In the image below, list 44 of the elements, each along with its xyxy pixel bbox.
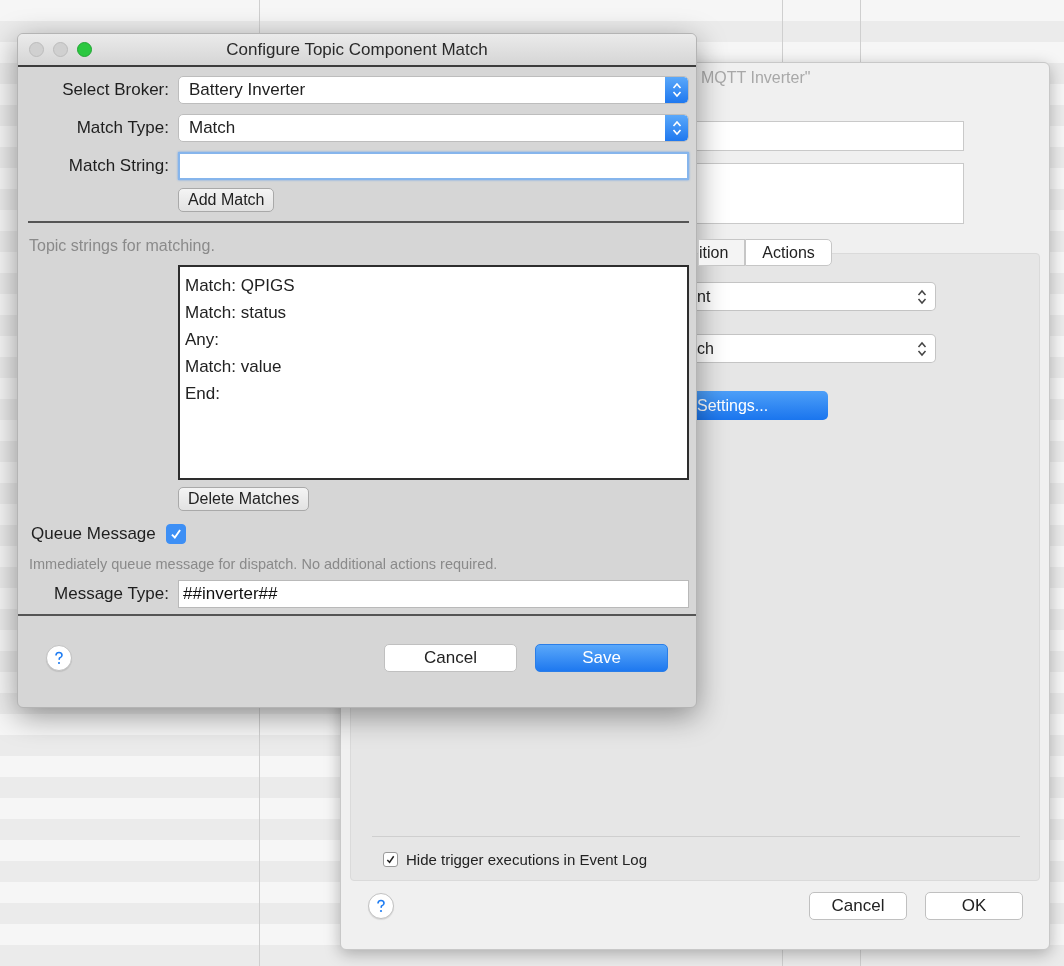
tab[interactable]: ition: [698, 239, 746, 266]
select-value: Battery Inverter: [189, 80, 307, 100]
select-dropdown[interactable]: Battery Inverter: [178, 76, 689, 104]
stepper-icon: [917, 288, 927, 305]
checkbox-label: Hide trigger executions in Event Log: [406, 851, 647, 868]
chevron-icon: [671, 120, 682, 136]
checkbox[interactable]: [165, 524, 186, 544]
checkmark-icon: [385, 854, 396, 865]
text-field[interactable]: ##inverter##: [178, 580, 689, 608]
chevron-icon: [671, 82, 682, 98]
help-button[interactable]: [368, 893, 394, 919]
field-label: Select Broker:: [61, 80, 169, 100]
close-button[interactable]: [29, 42, 44, 57]
dialog-button[interactable]: Cancel: [384, 644, 517, 672]
list-item[interactable]: End:: [185, 380, 682, 407]
list-item[interactable]: Match: QPIGS: [185, 272, 682, 299]
stepper-icon: [917, 340, 927, 357]
window-title: Configure Topic Component Match: [226, 39, 488, 60]
dialog-button[interactable]: Cancel: [809, 892, 907, 920]
help-text: Immediately queue message for dispatch. No additional actions required.: [29, 556, 499, 572]
popup-value: nt: [697, 287, 712, 306]
help-button[interactable]: [46, 645, 72, 671]
dialog-button[interactable]: OK: [925, 892, 1023, 920]
add-match-button[interactable]: Add Match: [178, 188, 275, 212]
checkbox[interactable]: [383, 852, 398, 867]
field-label: Match Type:: [75, 118, 169, 138]
delete-matches-button[interactable]: Delete Matches: [178, 487, 310, 511]
popup-value: ch: [697, 339, 715, 358]
list-item[interactable]: Match: status: [185, 299, 682, 326]
list-item[interactable]: Any:: [185, 326, 682, 353]
checkbox-label: Queue Message: [31, 524, 156, 544]
help-icon: [376, 899, 386, 913]
section-caption: Topic strings for matching.: [29, 237, 216, 255]
list-item[interactable]: Match: value: [185, 353, 682, 380]
tab[interactable]: Actions: [745, 239, 832, 266]
select-value: Match: [189, 118, 237, 138]
zoom-button[interactable]: [77, 42, 92, 57]
select-dropdown[interactable]: Match: [178, 114, 689, 142]
text-field[interactable]: [178, 152, 689, 180]
window-title: MQTT Inverter": [701, 69, 811, 87]
help-icon: [54, 651, 64, 665]
field-label: Message Type:: [53, 584, 169, 604]
field-label: Match String:: [67, 156, 169, 176]
minimize-button[interactable]: [53, 42, 68, 57]
